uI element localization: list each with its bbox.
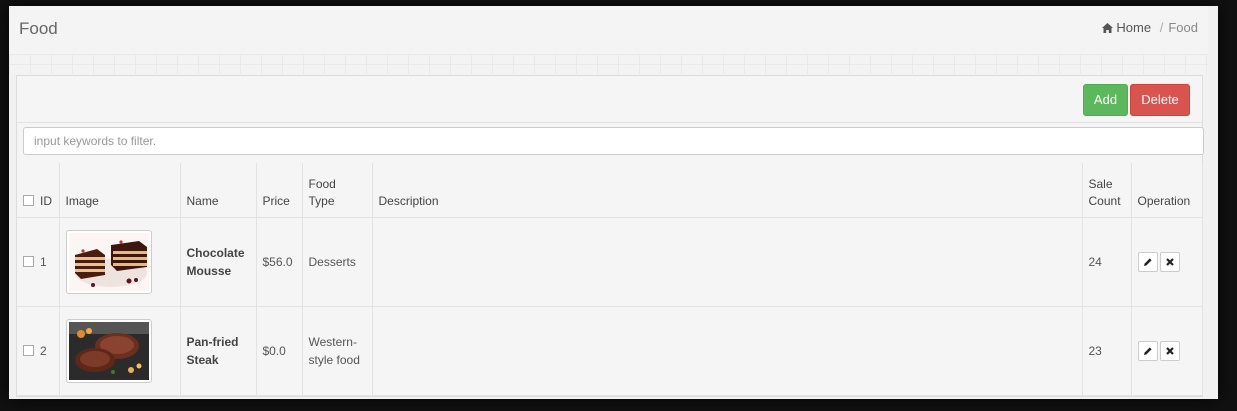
row-id: 2: [40, 344, 47, 358]
row-name-line-1: Pan-fried: [186, 335, 239, 349]
close-icon: [1165, 258, 1174, 266]
column-header-price: Price: [255, 163, 303, 218]
cell-image: [58, 217, 181, 307]
cell-sale-count: 23: [1081, 306, 1132, 396]
column-label-sale: Sale: [1088, 177, 1113, 191]
select-all-checkbox[interactable]: [23, 195, 34, 206]
column-header-name: Name: [179, 163, 257, 218]
table-row: 1 Chocolate Mousse $56.0 Desserts 24: [17, 217, 1203, 307]
breadcrumb-current: Food: [1168, 20, 1198, 35]
table-header-row: ID Image Name Price Food Type Description…: [17, 163, 1203, 218]
breadcrumb-separator: /: [1159, 20, 1164, 35]
breadcrumb-home-link[interactable]: Home: [1102, 20, 1154, 35]
column-label-food: Food: [308, 177, 336, 191]
cell-image: [58, 306, 181, 396]
column-label-id: ID: [40, 194, 52, 208]
row-type-line-2: style food: [308, 353, 360, 367]
column-label-count: Count: [1088, 194, 1121, 208]
page-title: Food: [19, 19, 58, 38]
row-name-line-2: Steak: [186, 353, 219, 367]
cell-price: $56.0: [255, 217, 303, 307]
remove-button[interactable]: [1159, 252, 1180, 272]
breadcrumb-home-label: Home: [1116, 20, 1152, 35]
cell-name: Chocolate Mousse: [179, 217, 257, 307]
chocolate-mousse-image: [68, 233, 149, 291]
cell-description: [371, 306, 1083, 396]
column-header-image: Image: [58, 163, 181, 218]
cell-id: 1: [17, 217, 60, 307]
row-checkbox[interactable]: [23, 256, 34, 267]
row-type-line-1: Desserts: [308, 255, 356, 269]
cell-operation: [1130, 217, 1203, 307]
cell-sale-count: 24: [1081, 217, 1132, 307]
column-header-id: ID: [17, 163, 60, 218]
add-button[interactable]: Add: [1083, 84, 1128, 116]
cell-name: Pan-fried Steak: [179, 306, 257, 396]
row-checkbox[interactable]: [23, 345, 34, 356]
home-icon: [1102, 23, 1114, 33]
cell-food-type: Western-style food: [301, 306, 373, 396]
remove-button[interactable]: [1159, 341, 1180, 361]
row-id: 1: [40, 255, 47, 269]
app-window: Food Home / Food Add Delete ID Image: [9, 6, 1218, 399]
cell-operation: [1130, 306, 1203, 396]
food-panel: Add Delete ID Image Name Price Food Type …: [16, 75, 1204, 397]
row-name-line-1: Chocolate: [186, 246, 245, 260]
chocolate-mousse-photo: [65, 230, 152, 294]
cell-id: 2: [17, 306, 60, 396]
cell-price: $0.0: [255, 306, 303, 396]
pencil-icon: [1143, 347, 1152, 355]
column-header-description: Description: [371, 163, 1083, 218]
steak-photo: [65, 319, 152, 383]
column-label-type: Type: [308, 194, 335, 208]
row-type-line-1: Western-: [308, 335, 357, 349]
toolbar: Add Delete: [17, 76, 1202, 123]
column-header-food-type: Food Type: [301, 163, 373, 218]
close-icon: [1165, 347, 1174, 355]
delete-button[interactable]: Delete: [1130, 84, 1190, 116]
cell-food-type: Desserts: [301, 217, 373, 307]
food-table: ID Image Name Price Food Type Description…: [17, 163, 1203, 396]
breadcrumb: Home / Food: [1102, 20, 1198, 35]
column-header-sale-count: Sale Count: [1081, 163, 1132, 218]
column-header-operation: Operation: [1130, 163, 1203, 218]
table-row: 2 Pan-fried Steak $0.0 Western- style fo…: [17, 306, 1203, 396]
row-name-line-2: Mousse: [186, 264, 232, 278]
filter-input[interactable]: [23, 127, 1204, 155]
cell-description: [371, 217, 1083, 307]
edit-button[interactable]: [1137, 252, 1158, 272]
steak-image: [68, 322, 149, 380]
page-header: Food Home / Food: [9, 6, 1208, 54]
grid-strip: [9, 54, 1208, 74]
pencil-icon: [1143, 258, 1152, 266]
edit-button[interactable]: [1137, 341, 1158, 361]
